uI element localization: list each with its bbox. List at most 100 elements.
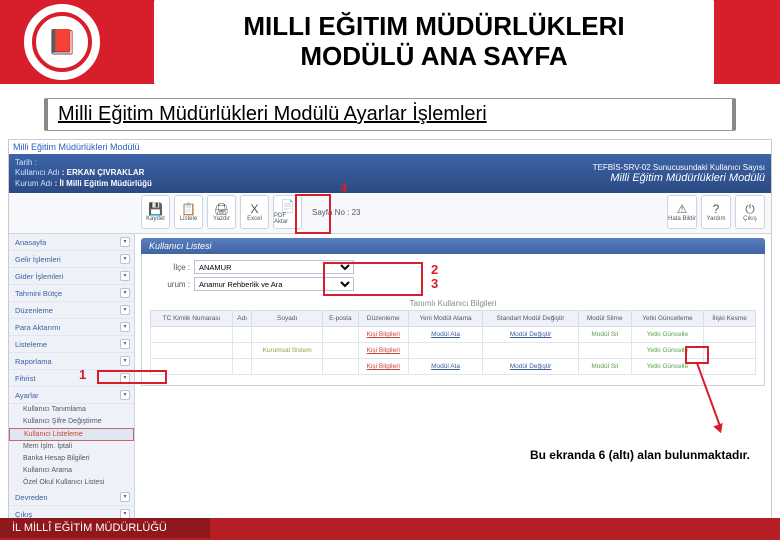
tool-pdf aktar[interactable]: 📄PDF Aktar	[273, 195, 302, 229]
cell	[483, 343, 578, 359]
chevron-down-icon: ▾	[120, 271, 130, 281]
cell	[151, 327, 233, 343]
chevron-down-icon: ▾	[120, 373, 130, 383]
tool-yardım[interactable]: ?Yardım	[701, 195, 731, 229]
cell	[322, 327, 358, 343]
cell	[151, 359, 233, 375]
sidebar-sub-kullanıcı-tanımlama[interactable]: Kullanıcı Tanımlama	[9, 404, 134, 416]
table-row: Kişi BilgileriModül AtaModül DeğiştirMod…	[151, 327, 756, 343]
sidebar-item-anasayfa[interactable]: Anasayfa▾	[9, 234, 134, 251]
sub-header: Milli Eğitim Müdürlükleri Modülü Ayarlar…	[44, 98, 736, 131]
tool-excel[interactable]: XExcel	[240, 195, 269, 229]
sidebar-item-gelir-i̇şlemleri[interactable]: Gelir İşlemleri▾	[9, 251, 134, 268]
panel-body: İlçe : ANAMUR urum : Anamur Rehberlik ve…	[141, 254, 765, 386]
sidebar-item-listeleme[interactable]: Listeleme▾	[9, 336, 134, 353]
sidebar-item-fihrist[interactable]: Fihrist▾	[9, 370, 134, 387]
cell[interactable]: Modül Ata	[408, 327, 483, 343]
cell[interactable]: Kişi Bilgileri	[358, 359, 408, 375]
cell[interactable]: Modül Değiştir	[483, 327, 578, 343]
arrow-head-icon	[713, 423, 725, 435]
page-title: MILLI EĞITIM MÜDÜRLÜKLERIMODÜLÜ ANA SAYF…	[154, 0, 714, 86]
sidebar-sub-mem-i̇şlm.-i̇ptali[interactable]: Mem İşlm. İptali	[9, 441, 134, 453]
filter-kurum: urum : Anamur Rehberlik ve Ara	[150, 277, 756, 291]
col-header: Düzenleme	[358, 311, 408, 327]
cell[interactable]: Yetki Güncelle	[631, 343, 703, 359]
col-header: Modül Silme	[578, 311, 631, 327]
col-header: Yeni Modül Atama	[408, 311, 483, 327]
cell	[704, 343, 756, 359]
cell[interactable]: Yetki Güncelle	[631, 359, 703, 375]
cell	[151, 343, 233, 359]
date-label: Tarih :	[15, 158, 37, 167]
title-line2: MODÜLÜ ANA SAYFA	[300, 41, 567, 71]
logo-inner: 📕	[32, 12, 92, 72]
tool-çıkış[interactable]: ⏻Çıkış	[735, 195, 765, 229]
cell	[233, 327, 252, 343]
sidebar-sub-kullanıcı-şifre-değiştirme[interactable]: Kullanıcı Şifre Değiştirme	[9, 416, 134, 428]
sub-header-text: Milli Eğitim Müdürlükleri Modülü Ayarlar…	[58, 103, 487, 125]
table-row: Kurumsal Sistem Kişi Bilgileri Yetki Günce…	[151, 343, 756, 359]
filter-ilce: İlçe : ANAMUR	[150, 260, 756, 274]
panel-title: Kullanıcı Listesi	[141, 238, 765, 254]
kurum-select[interactable]: Anamur Rehberlik ve Ara	[194, 277, 354, 291]
annotation-num-4: 4	[340, 180, 347, 195]
sidebar-sub-banka-hesap-bilgileri[interactable]: Banka Hesap Bilgileri	[9, 453, 134, 465]
tool-yazdır[interactable]: 🖨Yazdır	[207, 195, 236, 229]
col-header: TC Kimlik Numarası	[151, 311, 233, 327]
sidebar-item-ayarlar[interactable]: Ayarlar▾	[9, 387, 134, 404]
chevron-down-icon: ▾	[120, 288, 130, 298]
cell	[322, 359, 358, 375]
main-panel: Kullanıcı Listesi İlçe : ANAMUR urum : A…	[135, 234, 771, 523]
chevron-down-icon: ▾	[120, 339, 130, 349]
topbar-right: TEFBİS-SRV-02 Sunucusundaki Kullanıcı Sa…	[593, 163, 765, 184]
footer-text: İL MİLLÎ EĞİTİM MÜDÜRLÜĞÜ	[0, 518, 210, 538]
kurum-filter-label: urum :	[150, 280, 190, 289]
cell[interactable]: Modül Ata	[408, 359, 483, 375]
annotation-num-1: 1	[79, 367, 86, 382]
cell	[252, 359, 323, 375]
sidebar-item-tahmini-bütçe[interactable]: Tahmini Bütçe▾	[9, 285, 134, 302]
user-label: Kullanıcı Adı	[15, 168, 59, 177]
cell	[578, 343, 631, 359]
cell	[322, 343, 358, 359]
sidebar-sub-özel-okul-kullanıcı-listesi[interactable]: Özel Okul Kullanıcı Listesi	[9, 477, 134, 489]
cell[interactable]: Kişi Bilgileri	[358, 327, 408, 343]
cell[interactable]: Kişi Bilgileri	[358, 343, 408, 359]
sidebar: Anasayfa▾Gelir İşlemleri▾Gider İşlemleri…	[9, 234, 135, 523]
chevron-down-icon: ▾	[120, 356, 130, 366]
table-row: Kişi BilgileriModül AtaModül DeğiştirMod…	[151, 359, 756, 375]
title-line1: MILLI EĞITIM MÜDÜRLÜKLERI	[243, 11, 624, 41]
cell[interactable]: Modül Sil	[578, 327, 631, 343]
ministry-logo: 📕	[22, 2, 102, 82]
app-title: Milli Eğitim Müdürlükleri Modülü	[9, 140, 771, 154]
cell[interactable]: Modül Değiştir	[483, 359, 578, 375]
tool-hata-bildir[interactable]: ⚠Hata Bildir	[667, 195, 697, 229]
cell	[233, 359, 252, 375]
chevron-down-icon: ▾	[120, 322, 130, 332]
sidebar-item-raporlama[interactable]: Raporlama▾	[9, 353, 134, 370]
sidebar-sub-kullanıcı-listeleme[interactable]: Kullanıcı Listeleme	[9, 428, 134, 441]
ilce-label: İlçe :	[150, 263, 190, 272]
tool-kaydet[interactable]: 💾Kaydet	[141, 195, 170, 229]
server-info: TEFBİS-SRV-02 Sunucusundaki Kullanıcı Sa…	[593, 163, 765, 172]
cell	[408, 343, 483, 359]
cell	[252, 327, 323, 343]
sidebar-item-gider-i̇şlemleri[interactable]: Gider İşlemleri▾	[9, 268, 134, 285]
sidebar-item-devreden[interactable]: Devreden▾	[9, 489, 134, 506]
cell	[704, 359, 756, 375]
sidebar-sub-kullanıcı-arama[interactable]: Kullanıcı Arama	[9, 465, 134, 477]
toolbar: 💾Kaydet📋Listele🖨YazdırXExcel📄PDF Aktar S…	[9, 193, 771, 234]
cell[interactable]: Modül Sil	[578, 359, 631, 375]
toolbar-right-group: ⚠Hata Bildir?Yardım⏻Çıkış	[667, 195, 765, 229]
col-header: İlişki Kesme	[704, 311, 756, 327]
kurum-name: : İl Milli Eğitim Müdürlüğü	[55, 179, 152, 188]
cell[interactable]: Kurumsal Sistem	[252, 343, 323, 359]
sidebar-item-para-aktarımı[interactable]: Para Aktarımı▾	[9, 319, 134, 336]
tool-listele[interactable]: 📋Listele	[174, 195, 203, 229]
col-header: Yetki Güncelleme	[631, 311, 703, 327]
header-band: 📕 MILLI EĞITIM MÜDÜRLÜKLERIMODÜLÜ ANA SA…	[0, 0, 780, 84]
ilce-select[interactable]: ANAMUR	[194, 260, 354, 274]
chevron-down-icon: ▾	[120, 237, 130, 247]
sidebar-item-düzenleme[interactable]: Düzenleme▾	[9, 302, 134, 319]
cell[interactable]: Yetki Güncelle	[631, 327, 703, 343]
